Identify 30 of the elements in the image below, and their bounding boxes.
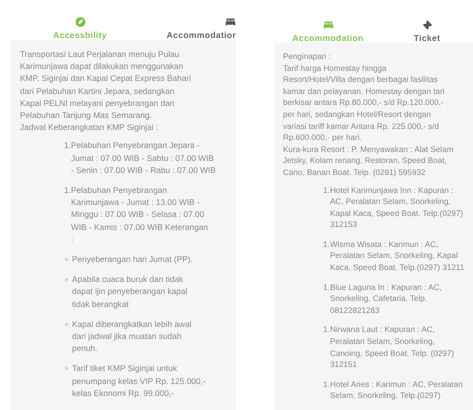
- list-number: 1.: [323, 378, 330, 390]
- list-item-text: Tarif tiket KMP Siginjai untuk penumpang kelas VIP Rp. 125.000,- kelas Ekonomi Rp. 99.000,-: [72, 362, 206, 400]
- ticket-icon: [422, 20, 432, 30]
- list-item-text: Kapal diberangkatkan lebih awal dari jadwal jika muatan sudah penuh.: [72, 318, 192, 354]
- list-item-text: Pelabuhan Penyebrangan Karimunjawa - Jumat : 13.00 WIB - Minggu : 07.00 WIB - Selasa : 07.00 WIB - Kamis : 07.00 WIB Keterangan :: [71, 184, 208, 246]
- list-item-text: Wisma Wisata : Karimun : AC, Peralatan Selam, Snorkeling, Kapal Kaca, Speed Boat. Telp.(0297) 31211: [330, 238, 464, 274]
- list-item-text: Hotel Karimunjawa Inn : Kapuran : AC, Peralatan Selam, Snorkeling, Kapal Kaca, Speed Boat. Telp.(0297) 312153: [330, 184, 464, 231]
- bullet-icon: [65, 258, 68, 262]
- paragraph: Penginapan : Tarif harga Homestay hingga Resort/Hotel/Villa dengan berbagai fasilitas kamar dan pelayanan. Homestay dengan tari berkisar antara Rp.80.000,- s/d Rp.120.000,- per hari, sedangkan Hotel/Resort dengan variasi tariff kamar Antara Rp. 225.000,- s/d Rp.600.000,- per hari. Kura-kura Resort : P. Menyawakan : Alat Selam Jetsky, Kolam renang, Restoran, Speed Boat, Cano, Banan Boat. Telp. (0291) 595932: [283, 50, 454, 178]
- list-number: 1.: [323, 238, 330, 250]
- tab[interactable]: Accommodatior: [150, 4, 236, 40]
- bed-icon: [322, 20, 334, 30]
- leaf-icon: [74, 17, 86, 27]
- list-number: 1.: [64, 139, 71, 152]
- list-number: 1.: [323, 324, 330, 336]
- paragraph: Transportasi Laut Perjalanan menuju Pulau Karimunjawa dapat dilakukan menggunakan KMP. Siginjai dan Kapal Cepat Express Bahari dari Pelabuhan Kartini Jepara, sedangkan Kapal PELNI melayani penyebrangan dari Pelabuhan Tanjung Mas Semarang. Jadwal Keberangkatan KMP Siginjai :: [20, 48, 192, 134]
- list-item-text: Pelabuhan Penyebrangan Jepara - Jumat : 07.00 WIB - Sabtu : 07.00 WIB - Senin : 07.00 WIB - Rabu : 07.00 WIB: [71, 139, 216, 176]
- tab[interactable]: Ticket: [381, 18, 473, 43]
- list-number: 1.: [323, 184, 330, 196]
- list-item-text: Apabila cuaca buruk dan tidak dapat ijin penyeberangan kapal tidak berangkat: [72, 273, 188, 310]
- list-item-text: Hotel Aries : Karimun : AC, Peralatan Selam, Snorkeling, Telp.(0297): [330, 378, 463, 402]
- list-number: 1.: [64, 184, 71, 196]
- list-item-text: Nirwana Laut : Kapuran : AC, Peralatan Selam, Snorkeling, Canoing, Speed Boat. Telp. (0297) 312151: [330, 324, 454, 371]
- bullet-icon: [65, 367, 68, 370]
- bed-icon: [225, 17, 236, 27]
- list-item-text: Blue Laguna In : Kapuran : AC, Snorkeling, Cafetaria. Telp. 08122821283: [330, 282, 442, 316]
- list-item-text: Penyeberangan hari Jumat (PP).: [72, 253, 193, 266]
- bullet-icon: [65, 278, 68, 282]
- list-number: 1.: [323, 282, 330, 294]
- bullet-icon: [65, 322, 68, 326]
